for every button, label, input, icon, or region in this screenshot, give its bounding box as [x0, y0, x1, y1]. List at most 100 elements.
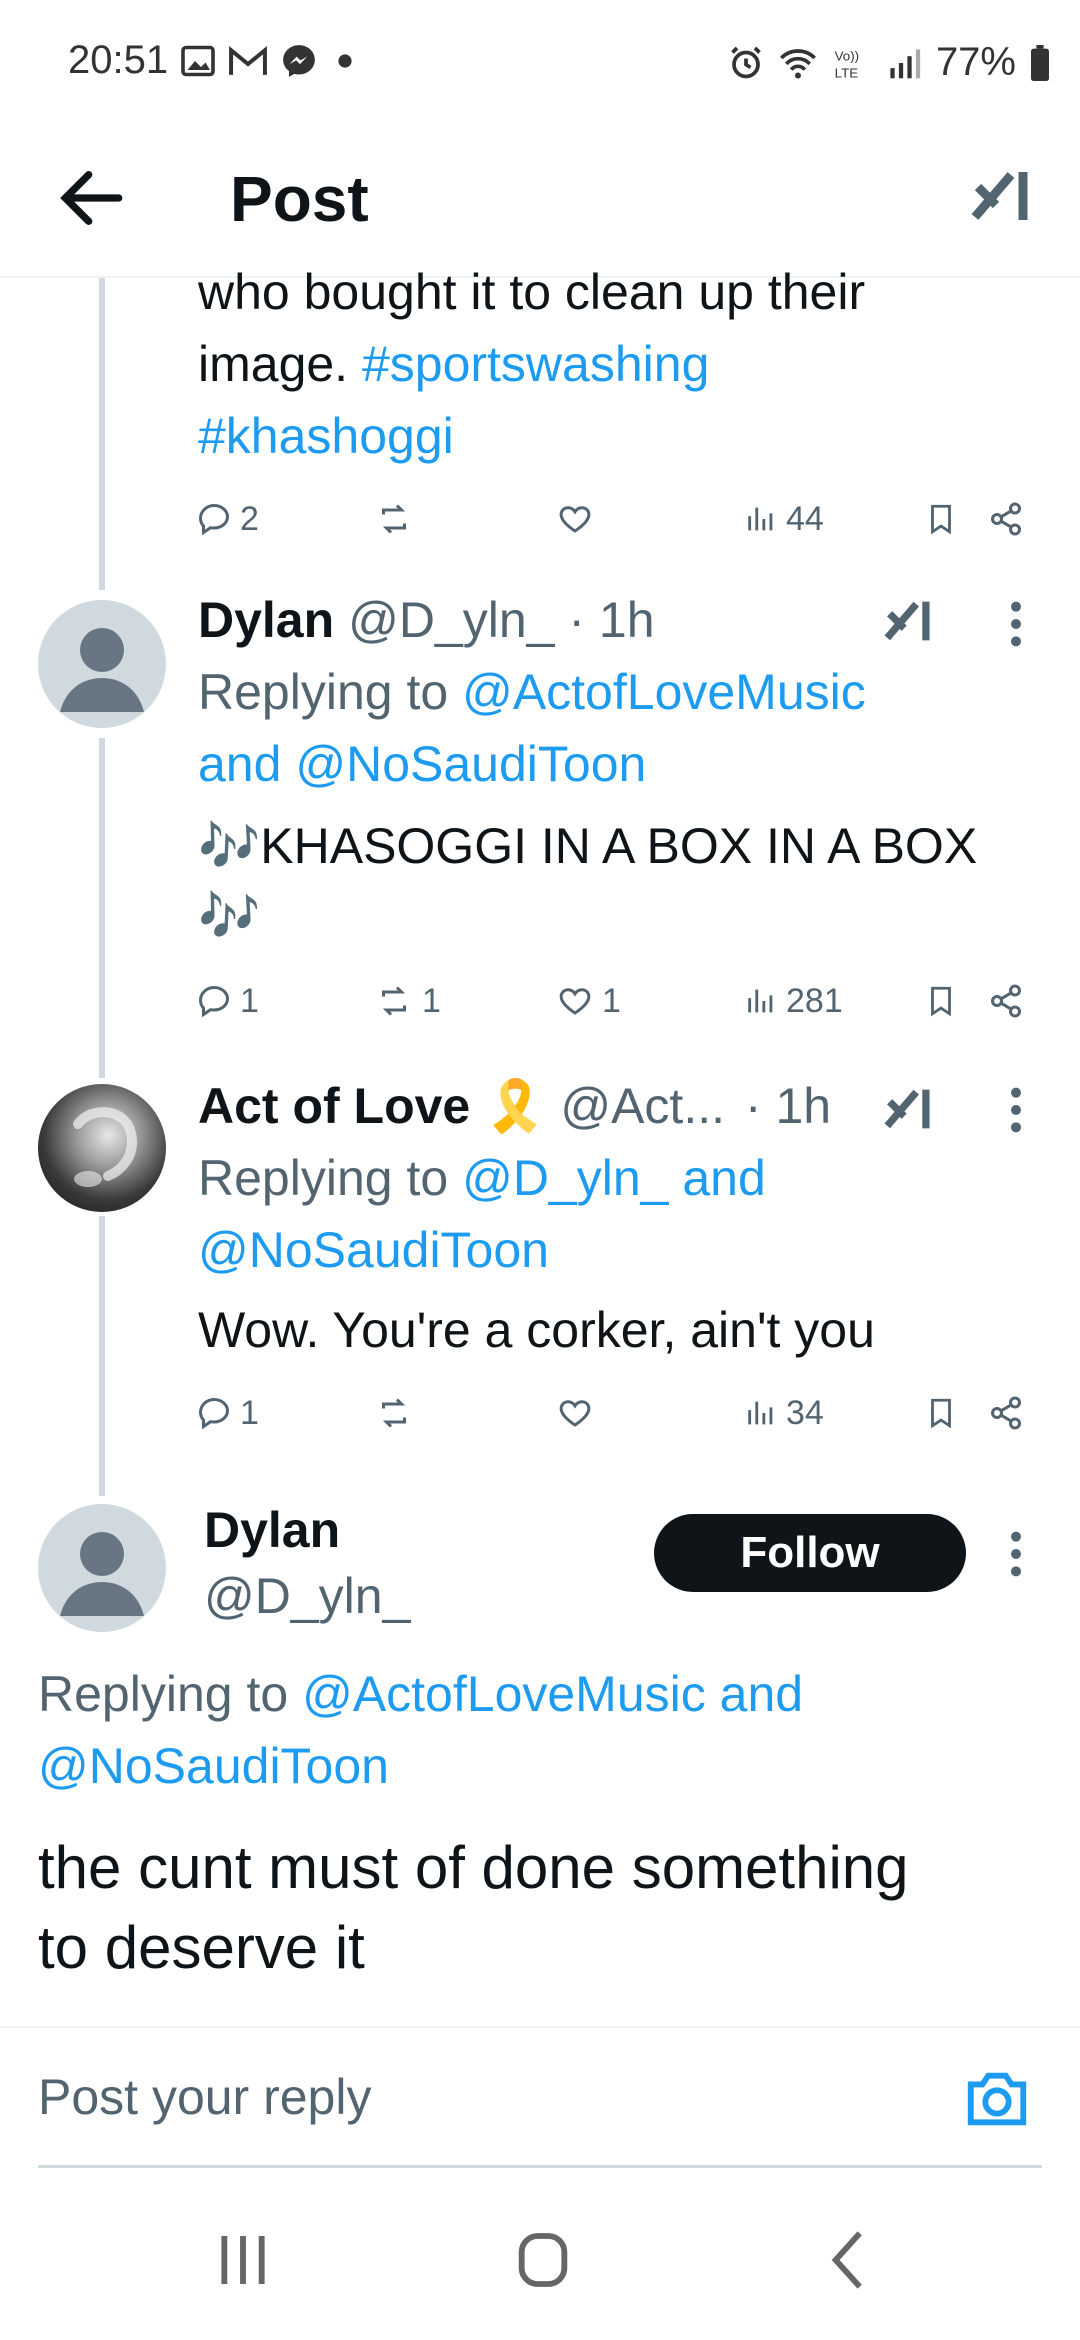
reply-input[interactable]: Post your reply: [38, 2028, 1042, 2168]
replying-to-label: Replying to: [198, 664, 449, 720]
notification-icons: [180, 42, 360, 80]
bookmark-icon[interactable]: [924, 982, 958, 1020]
follow-button[interactable]: Follow: [654, 1514, 966, 1592]
battery-percent: 77%: [935, 40, 1016, 84]
thread-line: [99, 1216, 105, 1496]
mention-link[interactable]: @NoSaudiToon: [38, 1730, 389, 1802]
repost-icon: [382, 1398, 406, 1428]
gallery-icon: [181, 45, 215, 77]
post-header: Dylan @D_yln_ · 1h: [198, 584, 655, 656]
mention-link[interactable]: @NoSaudiToon: [198, 1214, 549, 1286]
like-button[interactable]: [556, 501, 594, 537]
views-button[interactable]: 44: [744, 500, 824, 539]
repost-count: 1: [422, 981, 441, 1020]
replying-to: Replying to @ActofLoveMusic and: [38, 1658, 803, 1730]
replying-to-label: Replying to: [198, 1150, 449, 1206]
recent-apps-icon[interactable]: [198, 2220, 288, 2300]
share-icon[interactable]: [988, 1395, 1024, 1431]
views-count: 34: [786, 1393, 824, 1432]
hashtag-link[interactable]: #sportswashing: [362, 336, 709, 392]
replying-to-label: Replying to: [38, 1666, 289, 1722]
reply-button[interactable]: 1: [196, 1394, 259, 1433]
views-button[interactable]: 281: [744, 982, 843, 1021]
back-nav-icon[interactable]: [804, 2220, 894, 2300]
post-actions: 2 44: [196, 494, 1036, 544]
views-count: 44: [786, 499, 824, 538]
user-name[interactable]: Dylan: [204, 1494, 340, 1566]
svg-text:Vo)): Vo)): [835, 48, 859, 63]
post-text-line: image. #sportswashing: [198, 328, 709, 400]
profile-photo-icon: [73, 1107, 137, 1187]
dot-icon: [338, 54, 352, 68]
signal-icon: [890, 48, 921, 78]
reply-count: 2: [240, 499, 259, 538]
reply-icon: [198, 985, 230, 1018]
share-icon[interactable]: [988, 983, 1024, 1019]
reply-button[interactable]: 2: [196, 500, 259, 539]
alarm-icon: [731, 46, 761, 78]
camera-icon[interactable]: [962, 2064, 1032, 2134]
replying-to-line: and @NoSaudiToon: [198, 728, 646, 800]
more-options-icon[interactable]: [1006, 598, 1026, 650]
share-icon[interactable]: [988, 501, 1024, 537]
more-options-icon[interactable]: [1006, 1528, 1026, 1580]
post-actions: 1 1 1 281: [196, 976, 1036, 1026]
back-arrow-icon[interactable]: [52, 158, 132, 238]
hashtag-link[interactable]: #khashoggi: [198, 400, 454, 472]
svg-text:LTE: LTE: [835, 65, 859, 80]
views-count: 281: [786, 981, 843, 1020]
home-icon[interactable]: [498, 2220, 588, 2300]
post-time: · 1h: [744, 1078, 832, 1134]
mention-link[interactable]: @ActofLoveMusic and: [302, 1666, 803, 1722]
repost-button[interactable]: [374, 501, 414, 537]
mention-link[interactable]: @D_yln_ and: [462, 1150, 766, 1206]
page-title: Post: [230, 163, 369, 235]
repost-icon: [382, 986, 406, 1016]
heart-icon: [559, 506, 591, 533]
reply-button[interactable]: 1: [196, 982, 259, 1021]
post-body: 🎶: [198, 888, 261, 944]
reply-icon: [198, 503, 230, 536]
status-time: 20:51: [68, 38, 169, 82]
views-icon: [748, 989, 773, 1013]
post-time: · 1h: [568, 592, 655, 648]
views-button[interactable]: 34: [744, 1394, 824, 1433]
post-text-fragment: image.: [198, 336, 362, 392]
user-handle[interactable]: @D_yln_: [348, 592, 554, 648]
user-name[interactable]: Dylan: [198, 592, 334, 648]
avatar[interactable]: [38, 1504, 166, 1632]
avatar[interactable]: [38, 600, 166, 728]
user-handle[interactable]: @D_yln_: [204, 1560, 410, 1632]
bookmark-icon[interactable]: [924, 1394, 958, 1432]
post-header: Act of Love 🎗️ @Act... · 1h: [198, 1070, 831, 1142]
grok-icon[interactable]: [966, 160, 1038, 232]
heart-icon: [559, 988, 591, 1015]
reply-icon: [198, 1397, 230, 1430]
grok-icon[interactable]: [880, 1080, 938, 1138]
bookmark-icon[interactable]: [924, 500, 958, 538]
post-body: Wow. You're a corker, ain't you: [198, 1302, 875, 1358]
grok-icon[interactable]: [880, 592, 938, 650]
mention-link[interactable]: @NoSaudiToon: [295, 736, 646, 792]
repost-button[interactable]: 1: [374, 982, 441, 1021]
like-button[interactable]: 1: [556, 982, 621, 1021]
mention-link[interactable]: @ActofLoveMusic: [462, 664, 866, 720]
replying-to: Replying to @D_yln_ and: [198, 1142, 766, 1214]
thread-line: [99, 278, 105, 590]
avatar[interactable]: [38, 1084, 166, 1212]
gmail-icon: [229, 46, 267, 75]
user-name[interactable]: Act of Love: [198, 1078, 470, 1134]
post-body: to deserve it: [38, 1914, 365, 1981]
like-button[interactable]: [556, 1395, 594, 1431]
reply-composer: Post your reply: [0, 2026, 1080, 2168]
replying-to: Replying to @ActofLoveMusic: [198, 656, 866, 728]
repost-button[interactable]: [374, 1395, 414, 1431]
views-icon: [748, 1401, 773, 1425]
more-options-icon[interactable]: [1006, 1084, 1026, 1136]
system-nav-bar: [0, 2170, 1080, 2340]
user-handle[interactable]: @Act...: [560, 1078, 725, 1134]
post-body: the cunt must of done something: [38, 1834, 909, 1901]
post-text-line: who bought it to clean up their: [198, 264, 866, 320]
ribbon-badge-icon: 🎗️: [484, 1078, 547, 1134]
status-bar: 20:51 Vo)) LTE 77%: [0, 0, 1080, 120]
